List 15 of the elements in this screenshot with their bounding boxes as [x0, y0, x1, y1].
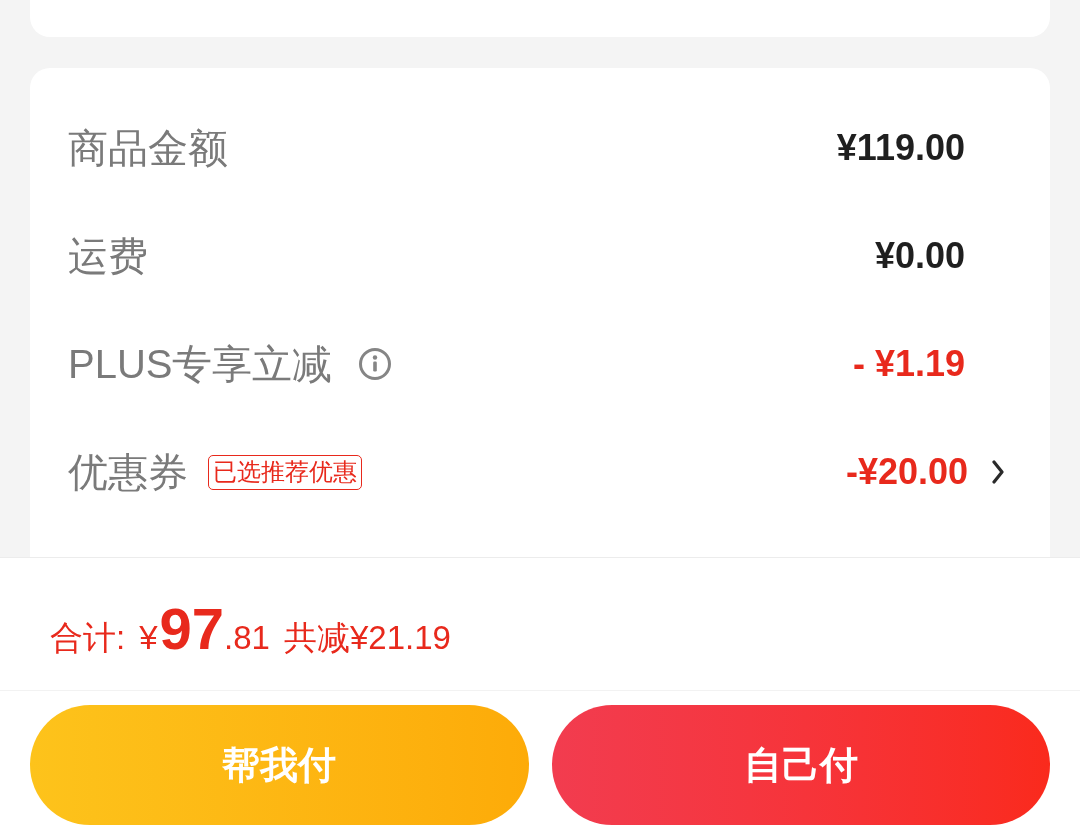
total-label: 合计: [50, 621, 126, 654]
total-price: ¥97.81 [139, 600, 270, 658]
coupon-tag: 已选推荐优惠 [208, 454, 362, 490]
discount-value: -¥20.00 [845, 454, 968, 490]
amount-value: ¥0.00 [874, 238, 965, 274]
amount-value: ¥119.00 [836, 130, 965, 166]
savings-text: 共减¥21.19 [283, 621, 451, 654]
row-label: 运费 [68, 236, 148, 276]
discount-value: - ¥1.19 [852, 346, 965, 382]
row-label: 商品金额 [68, 128, 228, 168]
row-label: 优惠券 [68, 452, 188, 492]
row-label: PLUS专享立减 [68, 344, 333, 384]
pay-button[interactable]: 自己付 [551, 705, 1050, 825]
chevron-right-icon[interactable] [992, 460, 1004, 484]
info-icon[interactable] [358, 348, 391, 380]
